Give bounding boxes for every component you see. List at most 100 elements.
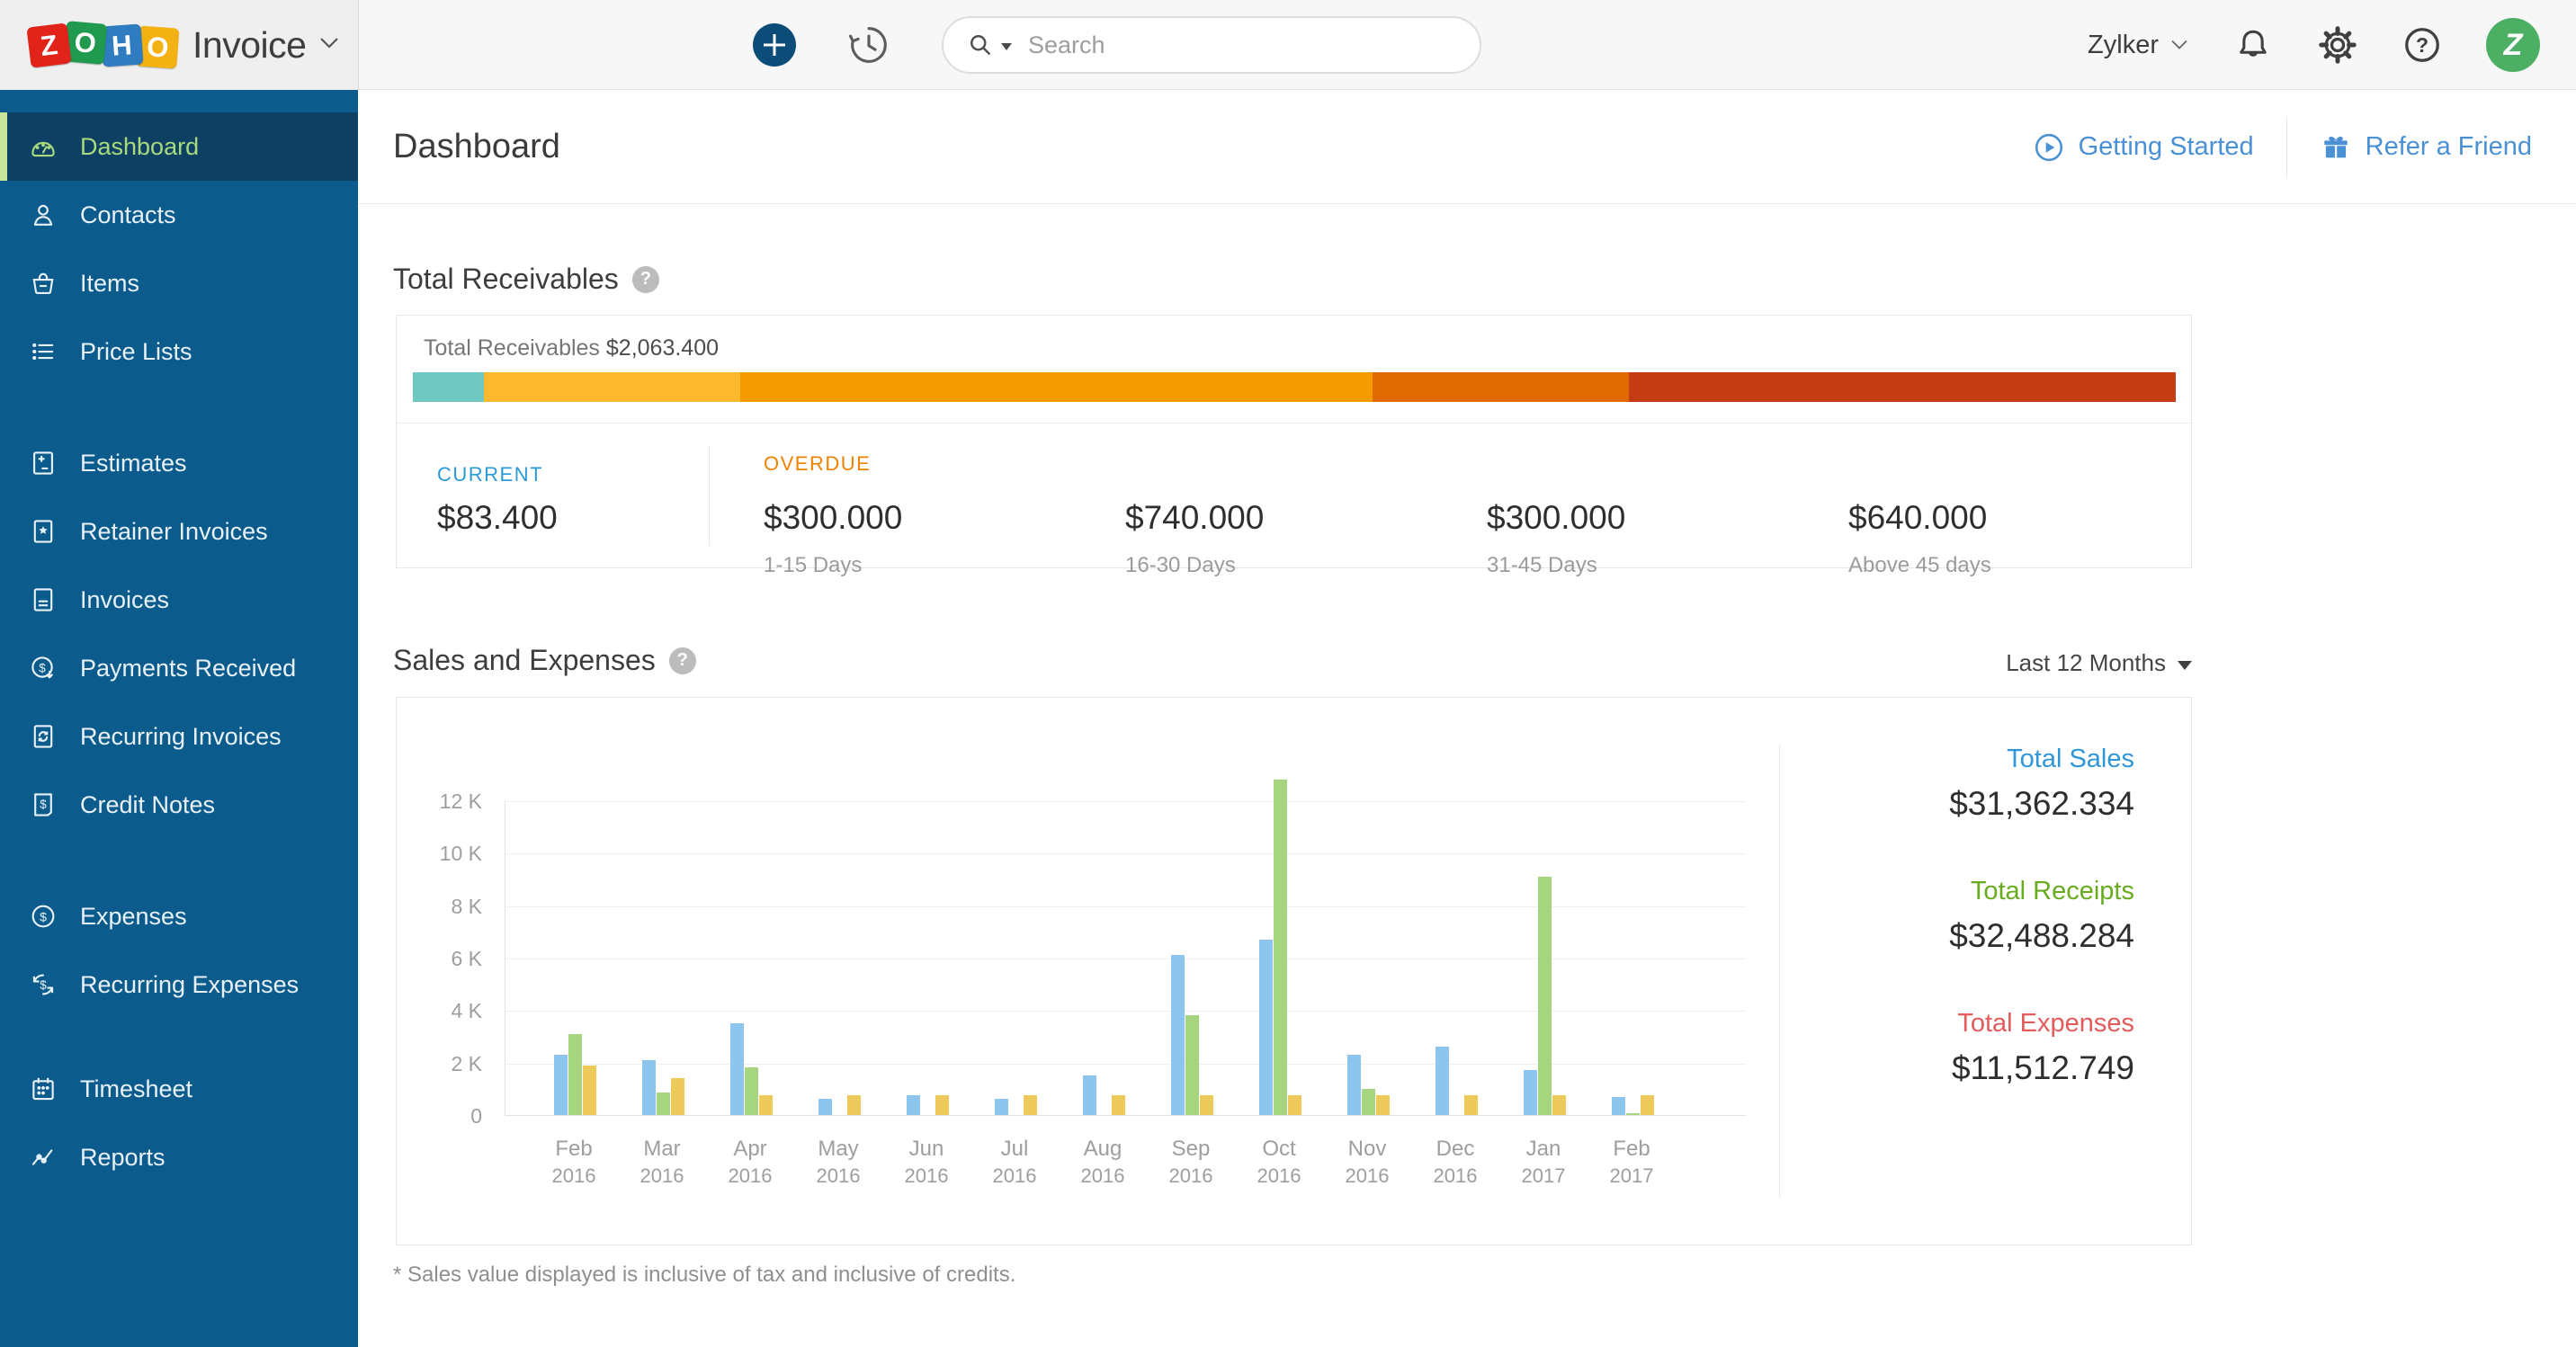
y-axis-tick: 4 K bbox=[397, 999, 482, 1023]
sidebar-item-label: Dashboard bbox=[80, 133, 199, 161]
search-input[interactable] bbox=[1028, 31, 1456, 59]
sidebar-item-label: Recurring Expenses bbox=[80, 971, 299, 999]
chart-plot bbox=[505, 801, 1746, 1116]
sidebar-group-gap bbox=[0, 1019, 358, 1055]
total-value: $31,362.334 bbox=[1949, 785, 2134, 823]
help-icon[interactable]: ? bbox=[2402, 24, 2443, 66]
overdue-bucket: $300.0001-15 Days bbox=[764, 499, 1105, 578]
svg-text:?: ? bbox=[2416, 33, 2428, 57]
bar-expenses bbox=[1112, 1095, 1125, 1115]
gear-icon[interactable] bbox=[2317, 24, 2358, 66]
sidebar-item-reports[interactable]: Reports bbox=[0, 1123, 358, 1191]
estimates-icon bbox=[28, 448, 58, 478]
bucket-value: $300.000 bbox=[1487, 499, 1829, 537]
reports-icon bbox=[28, 1142, 58, 1173]
receivables-summary: Total Receivables $2,063.400 bbox=[424, 335, 719, 361]
svg-text:$: $ bbox=[39, 661, 46, 674]
org-name: Zylker bbox=[2088, 31, 2159, 60]
total-value: $32,488.284 bbox=[1949, 917, 2134, 955]
sidebar-group-gap bbox=[0, 386, 358, 429]
bar-sales bbox=[818, 1099, 832, 1115]
total-label: Total Expenses bbox=[1949, 1009, 2134, 1039]
brand[interactable]: ZOHO Invoice bbox=[0, 0, 358, 90]
user-avatar[interactable]: Z bbox=[2486, 18, 2540, 72]
search-box[interactable] bbox=[942, 16, 1481, 74]
recent-history-icon[interactable] bbox=[846, 22, 891, 67]
zoho-logo: ZOHO bbox=[29, 25, 178, 66]
bar-receipts bbox=[745, 1067, 758, 1115]
receivables-stats: CURRENT $83.400 OVERDUE $300.0001-15 Day… bbox=[397, 424, 2191, 567]
play-circle-icon bbox=[2033, 131, 2065, 164]
org-switcher[interactable]: Zylker bbox=[2088, 31, 2189, 60]
sidebar-item-retainer-invoices[interactable]: Retainer Invoices bbox=[0, 497, 358, 566]
sidebar-item-contacts[interactable]: Contacts bbox=[0, 181, 358, 249]
zoho-logo-tile: O bbox=[136, 25, 179, 68]
sidebar-item-dashboard[interactable]: Dashboard bbox=[0, 112, 358, 181]
contacts-icon bbox=[28, 200, 58, 230]
sales-expenses-section-heading: Sales and Expenses ? bbox=[393, 644, 696, 677]
receivables-section-heading: Total Receivables ? bbox=[393, 263, 659, 296]
bar-expenses bbox=[1024, 1095, 1037, 1115]
sidebar-item-label: Contacts bbox=[80, 201, 176, 229]
aging-segment-31-45-days bbox=[1373, 372, 1629, 402]
svg-text:$: $ bbox=[40, 798, 47, 811]
bar-expenses bbox=[1288, 1095, 1301, 1115]
total-label: Total Sales bbox=[1949, 745, 2134, 774]
sidebar-item-label: Invoices bbox=[80, 586, 169, 614]
topbar-right: Zylker ? bbox=[2088, 0, 2540, 90]
search-scope-caret-icon[interactable] bbox=[1001, 43, 1012, 50]
bar-expenses bbox=[671, 1078, 684, 1115]
invoices-icon bbox=[28, 584, 58, 615]
bar-expenses bbox=[1200, 1095, 1213, 1115]
retainer-invoices-icon bbox=[28, 516, 58, 547]
bar-expenses bbox=[1464, 1095, 1478, 1115]
bucket-label: Above 45 days bbox=[1848, 553, 2190, 578]
bar-receipts bbox=[1538, 877, 1552, 1115]
help-icon[interactable]: ? bbox=[669, 647, 696, 674]
getting-started-link[interactable]: Getting Started bbox=[2033, 131, 2254, 164]
sidebar-item-recurring-expenses[interactable]: $Recurring Expenses bbox=[0, 950, 358, 1019]
zoho-logo-tile: Z bbox=[26, 22, 71, 67]
help-icon[interactable]: ? bbox=[632, 266, 659, 293]
sidebar-item-items[interactable]: Items bbox=[0, 249, 358, 317]
sidebar-item-estimates[interactable]: Estimates bbox=[0, 429, 358, 497]
sidebar-item-label: Recurring Invoices bbox=[80, 723, 282, 751]
bucket-value: $300.000 bbox=[764, 499, 1105, 537]
sidebar-item-payments-received[interactable]: $Payments Received bbox=[0, 634, 358, 702]
sidebar-item-recurring-invoices[interactable]: Recurring Invoices bbox=[0, 702, 358, 771]
date-range-dropdown[interactable]: Last 12 Months bbox=[2006, 649, 2192, 677]
sidebar-item-expenses[interactable]: $Expenses bbox=[0, 882, 358, 950]
overdue-bucket: $300.00031-45 Days bbox=[1487, 499, 1829, 578]
overdue-bucket: $640.000Above 45 days bbox=[1848, 499, 2190, 578]
bucket-label: 16-30 Days bbox=[1125, 553, 1467, 578]
sidebar-item-credit-notes[interactable]: $Credit Notes bbox=[0, 771, 358, 839]
bar-sales bbox=[1083, 1075, 1096, 1115]
y-axis-tick: 10 K bbox=[397, 842, 482, 866]
page-header: Dashboard Getting Started Refer a Friend bbox=[358, 90, 2576, 204]
chevron-down-icon bbox=[2169, 38, 2189, 52]
expenses-icon: $ bbox=[28, 901, 58, 932]
aging-segment-above-45-days bbox=[1629, 372, 2176, 402]
search-icon bbox=[967, 31, 994, 58]
quick-create-button[interactable] bbox=[753, 23, 796, 67]
refer-a-friend-link[interactable]: Refer a Friend bbox=[2320, 131, 2532, 164]
bar-receipts bbox=[1185, 1015, 1199, 1115]
page-title: Dashboard bbox=[393, 128, 560, 166]
sidebar-item-price-lists[interactable]: Price Lists bbox=[0, 317, 358, 386]
overdue-label: OVERDUE bbox=[764, 452, 871, 476]
total-total-receipts: Total Receipts$32,488.284 bbox=[1949, 877, 2134, 955]
gridline bbox=[505, 853, 1746, 854]
chart-totals-divider bbox=[1779, 745, 1780, 1198]
recurring-invoices-icon bbox=[28, 721, 58, 752]
sidebar-item-timesheet[interactable]: Timesheet bbox=[0, 1055, 358, 1123]
bar-sales bbox=[1436, 1047, 1449, 1115]
sales-expenses-card: Total Sales $31,362.334 Total Receipts$32,… bbox=[396, 697, 2192, 1245]
bell-icon[interactable] bbox=[2232, 24, 2274, 66]
overdue-bucket: $740.00016-30 Days bbox=[1125, 499, 1467, 578]
sidebar-group-gap bbox=[0, 839, 358, 882]
svg-text:$: $ bbox=[40, 910, 47, 924]
bar-expenses bbox=[759, 1095, 773, 1115]
sidebar-item-invoices[interactable]: Invoices bbox=[0, 566, 358, 634]
total-total-sales: Total Sales $31,362.334 bbox=[1949, 745, 2134, 823]
total-value: $11,512.749 bbox=[1949, 1049, 2134, 1087]
